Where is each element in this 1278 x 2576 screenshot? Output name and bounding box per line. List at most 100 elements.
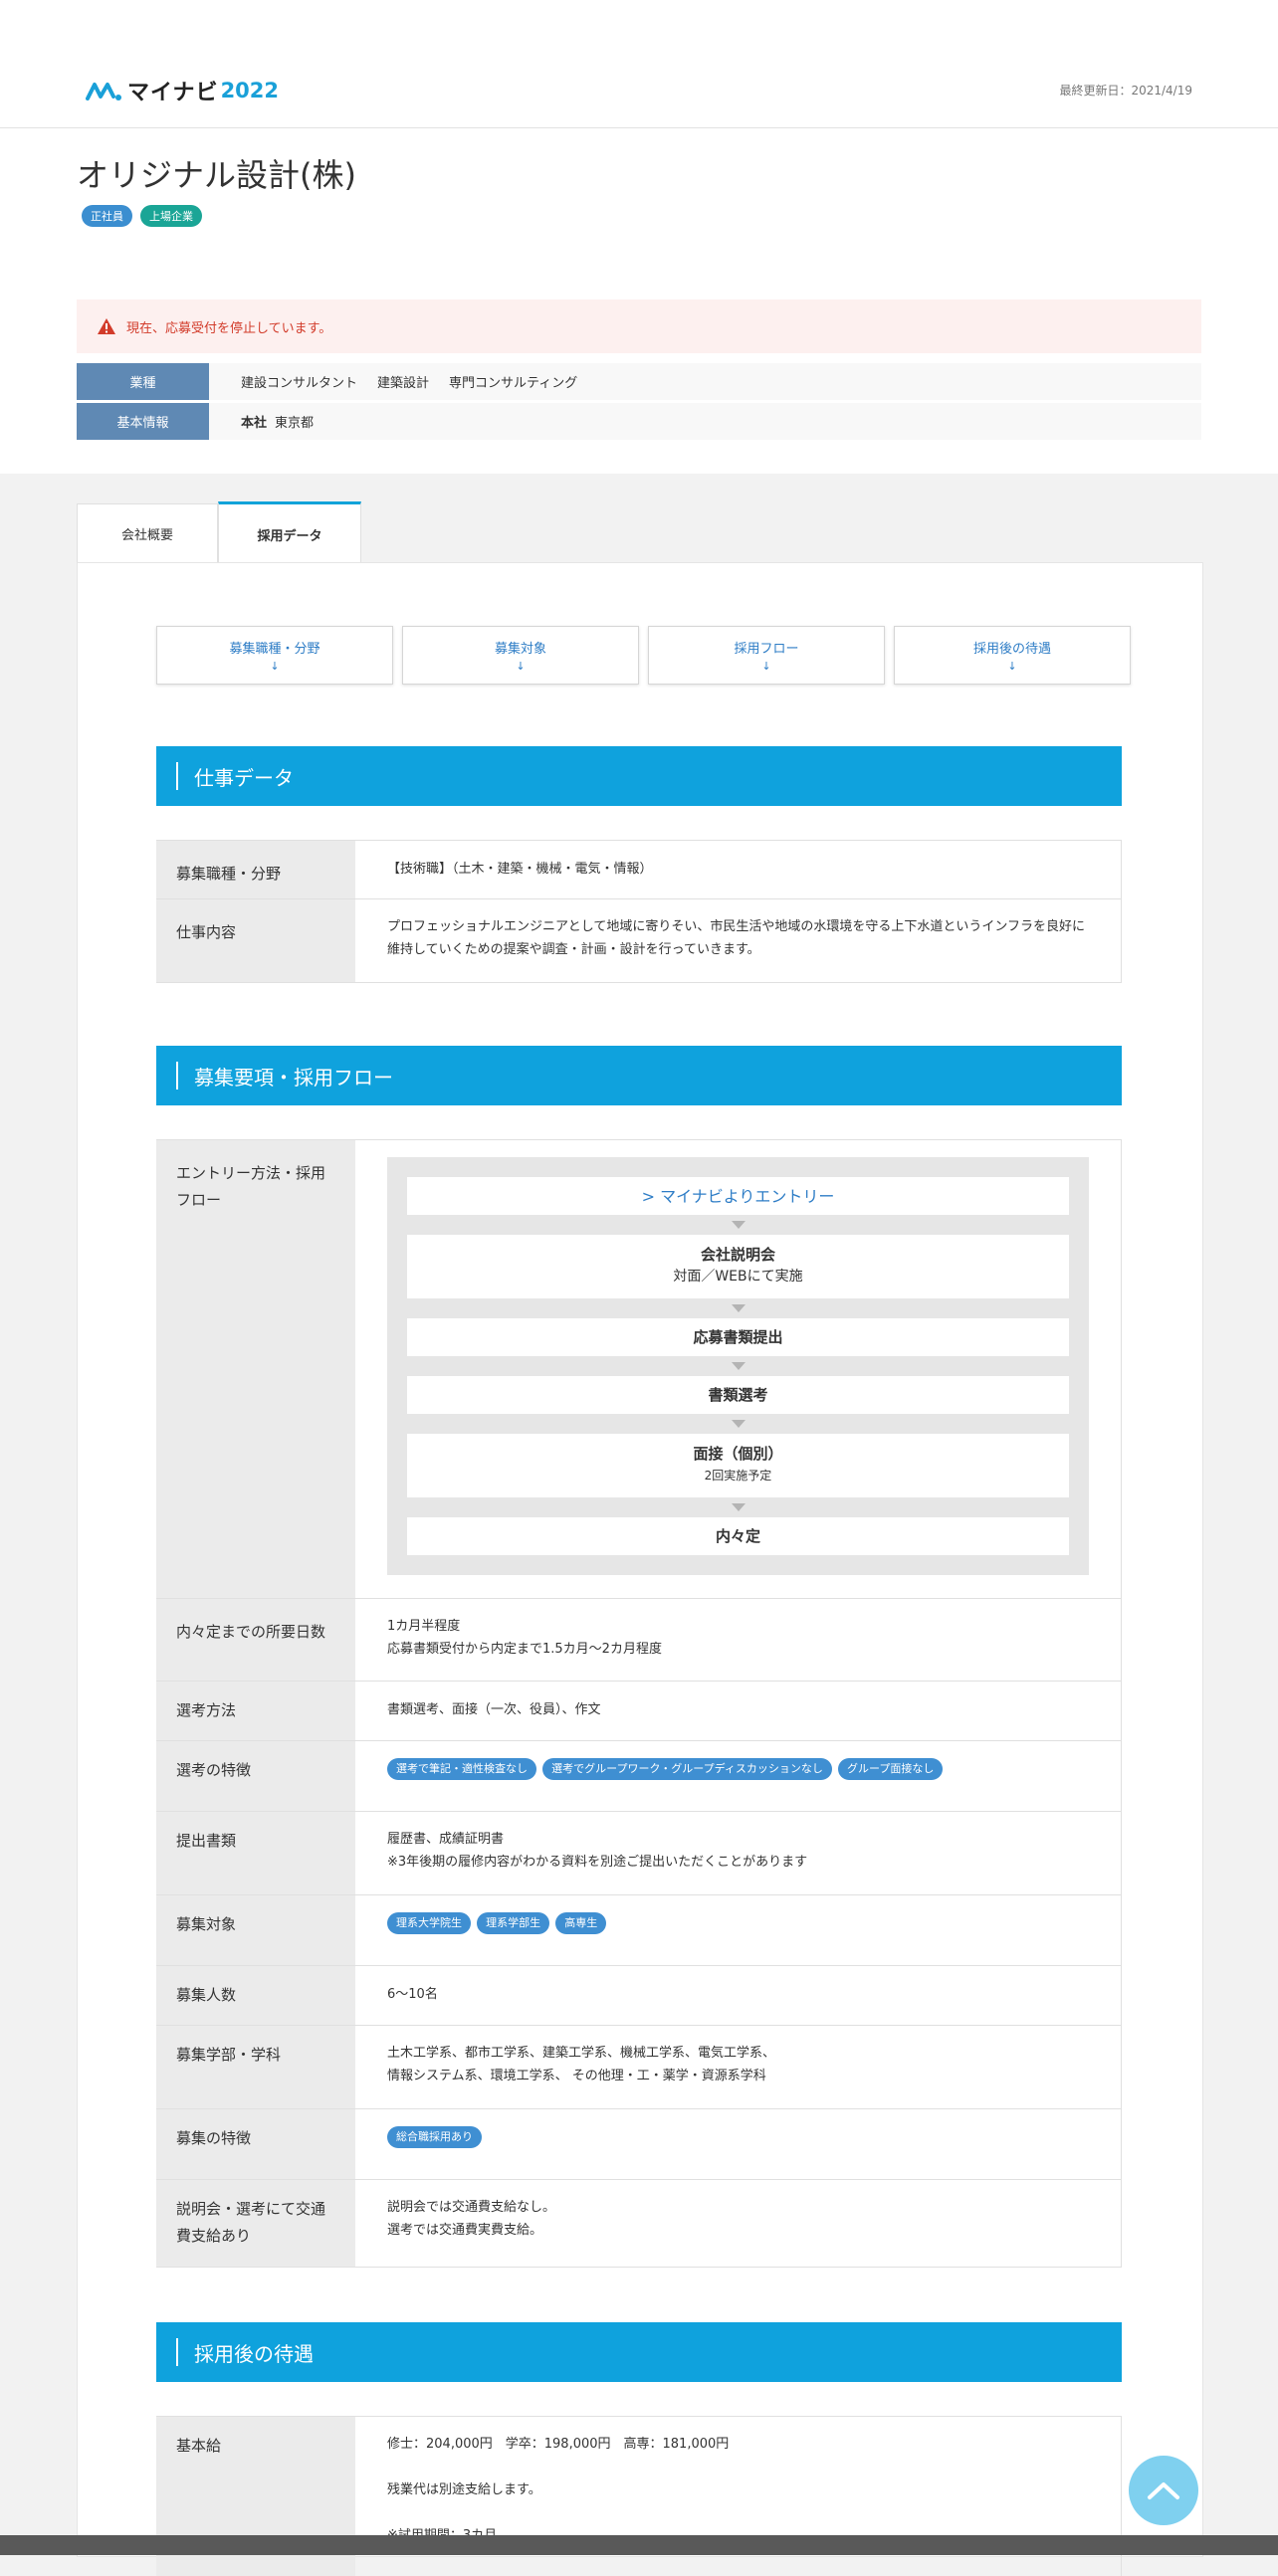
table-row: 仕事内容 プロフェッショナルエンジニアとして地域に寄りそい、市民生活や地域の水環… (156, 899, 1122, 983)
target-badge: 高専生 (555, 1912, 607, 1934)
value-line: 説明会では交通費支給なし。 (387, 2200, 556, 2215)
section-heading-job: 仕事データ (156, 746, 1122, 806)
industry-row: 業種 建設コンサルタント 建築設計 専門コンサルティング (77, 363, 1201, 400)
anchor-job-field[interactable]: 募集職種・分野 ↓ (156, 626, 393, 685)
mynavi-logo[interactable]: マイナビ 2022 (86, 76, 279, 105)
table-row: 説明会・選考にて交通費支給あり 説明会では交通費支給なし。 選考では交通費実費支… (156, 2180, 1122, 2268)
industry-label: 業種 (77, 363, 209, 400)
flow-step: 書類選考 (407, 1376, 1069, 1414)
table-row: 募集職種・分野 【技術職】（土木・建築・機械・電気・情報） (156, 841, 1122, 899)
recruit-table: エントリー方法・採用フロー > マイナビよりエントリー 会社説明会 対面／WEB… (156, 1139, 1122, 2268)
row-value: 説明会では交通費支給なし。 選考では交通費実費支給。 (355, 2180, 1122, 2267)
industry-item[interactable]: 専門コンサルティング (449, 372, 577, 391)
basic-info-row: 基本情報 本社 東京都 (77, 403, 1201, 440)
value-line: 選考では交通費実費支給。 (387, 2223, 543, 2238)
row-label: 提出書類 (156, 1812, 355, 1894)
recruit-flow: > マイナビよりエントリー 会社説明会 対面／WEBにて実施 応募書類提出 書類… (387, 1157, 1089, 1575)
table-row: 募集対象 理系大学院生 理系学部生 高専生 (156, 1895, 1122, 1966)
company-summary: オリジナル設計(株) 正社員 上場企業 現在、応募受付を停止しています。 業種 … (0, 128, 1278, 474)
arrow-down-icon (731, 1362, 746, 1370)
job-data-table: 募集職種・分野 【技術職】（土木・建築・機械・電気・情報） 仕事内容 プロフェッ… (156, 840, 1122, 983)
alert-text: 現在、応募受付を停止しています。 (126, 320, 332, 336)
value-line: 履歴書、成績証明書 (387, 1832, 505, 1847)
arrow-down-icon: ↓ (761, 659, 771, 673)
row-value: 総合職採用あり (355, 2109, 1122, 2179)
value-line: 情報システム系、環境工学系、 その他理・工・薬学・資源系学科 (387, 2069, 766, 2083)
section-heading-recruit: 募集要項・採用フロー (156, 1046, 1122, 1105)
table-row: 選考の特徴 選考で筆記・適性検査なし 選考でグループワーク・グループディスカッシ… (156, 1741, 1122, 1812)
tab-recruit-data[interactable]: 採用データ (218, 501, 361, 564)
feature-badge: 選考でグループワーク・グループディスカッションなし (542, 1758, 832, 1780)
value-line: 1カ月半程度 (387, 1619, 461, 1634)
arrow-down-icon (731, 1503, 746, 1511)
anchor-target[interactable]: 募集対象 ↓ (402, 626, 639, 685)
scroll-to-top-button[interactable] (1129, 2456, 1198, 2525)
target-badge: 理系学部生 (477, 1912, 550, 1934)
row-value: 理系大学院生 理系学部生 高専生 (355, 1895, 1122, 1965)
entry-label: マイナビよりエントリー (660, 1186, 835, 1206)
row-label: 募集対象 (156, 1895, 355, 1965)
value-line: 応募書類受付から内定まで1.5カ月～2カ月程度 (387, 1642, 662, 1657)
recruit-data-panel: 募集職種・分野 ↓ 募集対象 ↓ 採用フロー ↓ 採用後の待遇 ↓ 仕事データ … (77, 562, 1203, 2576)
anchor-label: 採用フロー (734, 641, 799, 657)
step-title: 応募書類提出 (693, 1328, 783, 1346)
flow-step: 内々定 (407, 1517, 1069, 1555)
brand-year: 2022 (220, 79, 280, 102)
feature-badge: グループ面接なし (837, 1758, 944, 1780)
row-value: プロフェッショナルエンジニアとして地域に寄りそい、市民生活や地域の水環境を守る上… (355, 899, 1122, 982)
row-label: 選考の特徴 (156, 1741, 355, 1811)
application-closed-alert: 現在、応募受付を停止しています。 (77, 299, 1201, 353)
industry-item[interactable]: 建設コンサルタント (241, 372, 357, 391)
step-title: 会社説明会 (700, 1246, 775, 1264)
anchor-treatment[interactable]: 採用後の待遇 ↓ (894, 626, 1131, 685)
table-row: 内々定までの所要日数 1カ月半程度 応募書類受付から内定まで1.5カ月～2カ月程… (156, 1599, 1122, 1682)
industry-value: 建設コンサルタント 建築設計 専門コンサルティング (209, 363, 1201, 400)
row-label: 選考方法 (156, 1682, 355, 1740)
row-label: エントリー方法・採用フロー (156, 1140, 355, 1598)
value-line: 残業代は別途支給します。 (387, 2482, 541, 2497)
value-line: ※3年後期の履修内容がわかる資料を別途ご提出いただくことがあります (387, 1855, 808, 1870)
value-line: 修士：204,000円 学卒：198,000円 高専：181,000円 (387, 2437, 730, 2452)
brand-name: マイナビ (127, 81, 219, 105)
recruit-feature-badge: 総合職採用あり (387, 2126, 482, 2148)
step-note: 対面／WEBにて実施 (673, 1269, 803, 1285)
table-row: 選考方法 書類選考、面接（一次、役員）、作文 (156, 1682, 1122, 1741)
industry-item[interactable]: 建築設計 (377, 372, 429, 391)
hq-value: 東京都 (275, 416, 315, 431)
anchor-label: 採用後の待遇 (972, 641, 1051, 657)
row-value: 土木工学系、都市工学系、建築工学系、機械工学系、電気工学系、 情報システム系、環… (355, 2026, 1122, 2108)
row-value: 6～10名 (355, 1966, 1122, 2025)
section-heading-treatment: 採用後の待遇 (156, 2322, 1122, 2382)
row-value: 【技術職】（土木・建築・機械・電気・情報） (355, 841, 1122, 898)
row-value: 1カ月半程度 応募書類受付から内定まで1.5カ月～2カ月程度 (355, 1599, 1122, 1681)
row-label: 募集職種・分野 (156, 841, 355, 898)
row-value: 選考で筆記・適性検査なし 選考でグループワーク・グループディスカッションなし グ… (355, 1741, 1122, 1811)
company-tags: 正社員 上場企業 (82, 205, 202, 227)
step-title: 書類選考 (708, 1386, 768, 1404)
chevron-up-icon (1148, 2482, 1179, 2499)
chevron-right-icon: > (641, 1186, 661, 1206)
section-title: 採用後の待遇 (194, 2341, 314, 2366)
step-title: 内々定 (715, 1527, 760, 1545)
step-note: 2回実施予定 (704, 1469, 772, 1483)
row-label: 内々定までの所要日数 (156, 1599, 355, 1681)
row-label: 仕事内容 (156, 899, 355, 982)
row-label: 募集人数 (156, 1966, 355, 2025)
arrow-down-icon (731, 1304, 746, 1312)
bottom-bar (0, 2535, 1278, 2555)
warning-icon (98, 318, 115, 334)
value-line: 土木工学系、都市工学系、建築工学系、機械工学系、電気工学系、 (387, 2046, 776, 2061)
row-value: 書類選考、面接（一次、役員）、作文 (355, 1682, 1122, 1740)
step-title: 面接（個別） (693, 1445, 783, 1463)
tag-employment: 正社員 (82, 205, 132, 227)
mynavi-logo-icon (86, 83, 121, 100)
flow-cell: > マイナビよりエントリー 会社説明会 対面／WEBにて実施 応募書類提出 書類… (355, 1140, 1122, 1598)
row-label: 募集の特徴 (156, 2109, 355, 2179)
tab-company-overview[interactable]: 会社概要 (77, 503, 218, 562)
table-row: エントリー方法・採用フロー > マイナビよりエントリー 会社説明会 対面／WEB… (156, 1140, 1122, 1599)
flow-entry-link[interactable]: > マイナビよりエントリー (407, 1177, 1069, 1215)
tag-listed: 上場企業 (140, 205, 202, 227)
arrow-down-icon: ↓ (1007, 659, 1017, 673)
flow-step: 面接（個別） 2回実施予定 (407, 1434, 1069, 1497)
anchor-flow[interactable]: 採用フロー ↓ (648, 626, 885, 685)
